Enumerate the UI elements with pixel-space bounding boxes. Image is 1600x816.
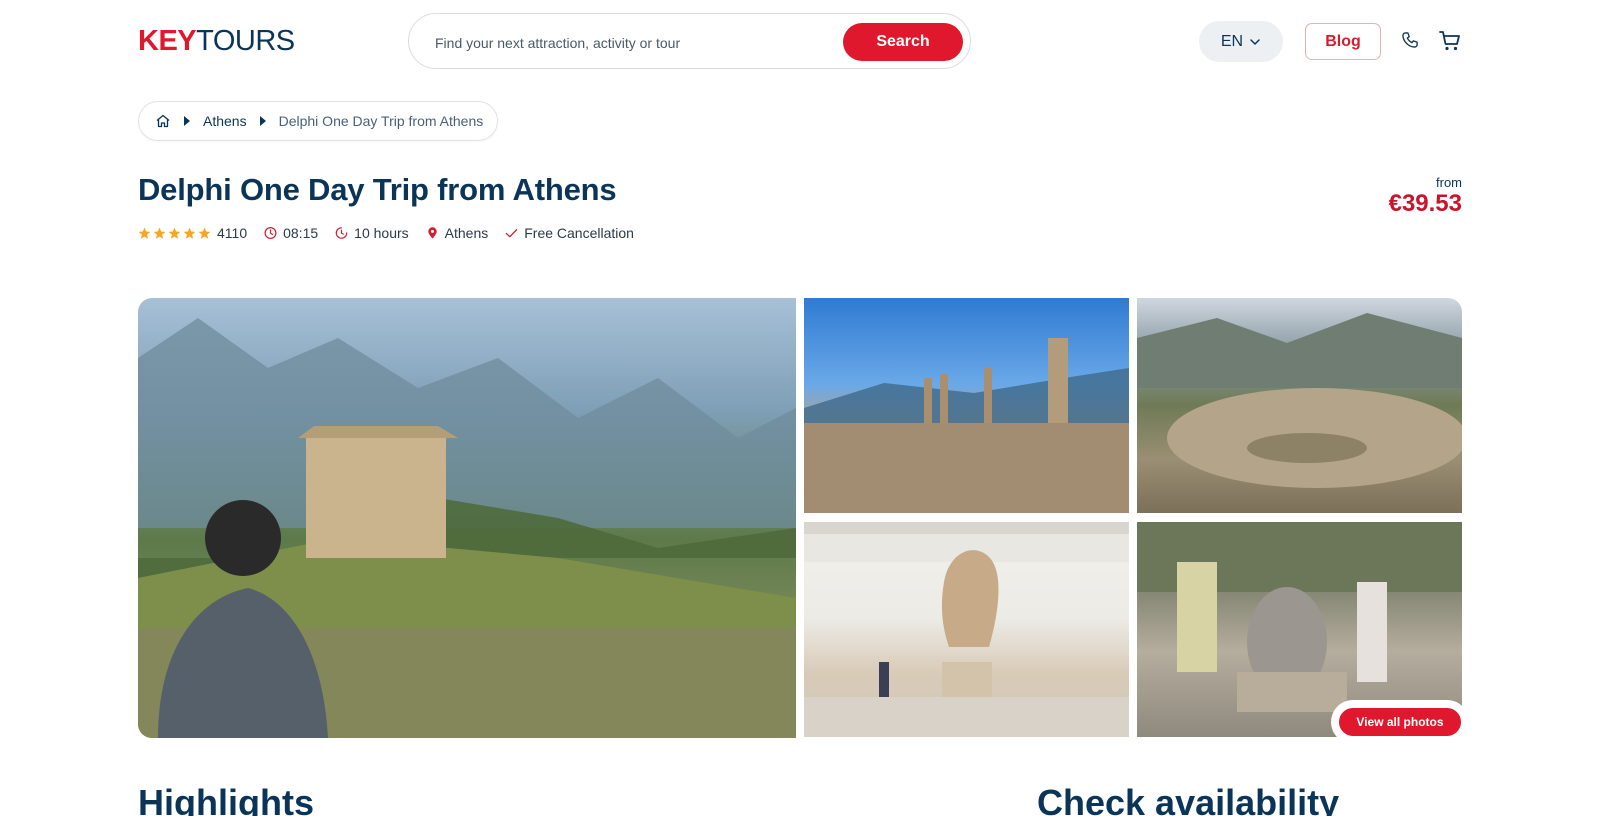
highlights-heading: Highlights <box>138 782 314 816</box>
omphalos-illustration <box>1137 522 1462 712</box>
gallery-photo-theatre[interactable] <box>1137 298 1462 513</box>
logo-tours-text: TOURS <box>196 25 295 57</box>
gallery-photo-main[interactable] <box>138 298 796 738</box>
gallery-photo-temple[interactable] <box>804 298 1129 513</box>
language-selector[interactable]: EN <box>1199 21 1283 62</box>
price-prefix: from <box>1436 175 1462 190</box>
museum-illustration <box>804 522 1129 737</box>
search-input[interactable] <box>435 32 825 54</box>
check-availability-heading: Check availability <box>1037 782 1340 816</box>
star-icon <box>153 227 166 239</box>
cancellation-text: Free Cancellation <box>524 225 634 241</box>
timer-icon <box>335 227 348 239</box>
star-icon <box>183 227 196 239</box>
breadcrumb-item-current: Delphi One Day Trip from Athens <box>278 113 484 129</box>
location: Athens <box>426 225 489 241</box>
map-pin-icon <box>427 227 437 239</box>
start-time-text: 08:15 <box>283 225 319 241</box>
photo-gallery <box>138 298 1462 738</box>
view-all-photos-button[interactable]: View all photos <box>1337 706 1463 738</box>
landscape-illustration <box>138 318 796 738</box>
star-rating <box>138 227 211 240</box>
star-icon <box>168 227 181 239</box>
caret-right-icon <box>259 116 266 126</box>
rating-count[interactable]: 4110 <box>217 225 247 241</box>
tour-meta: 4110 08:15 10 hours Athens Free Cancella… <box>138 224 651 242</box>
cart-icon[interactable] <box>1438 29 1462 53</box>
gallery-photo-sphinx[interactable] <box>804 522 1129 737</box>
theatre-illustration <box>1137 313 1462 488</box>
logo-key-text: KEY <box>138 25 197 57</box>
temple-illustration <box>804 338 1129 513</box>
chevron-down-icon <box>1250 38 1260 45</box>
duration-text: 10 hours <box>354 225 409 241</box>
location-text: Athens <box>444 225 489 241</box>
search-bar: Search <box>408 13 971 69</box>
price-value: €39.53 <box>1388 190 1462 217</box>
page-title: Delphi One Day Trip from Athens <box>138 172 617 207</box>
keytours-logo[interactable]: KEYTOURS <box>138 26 295 56</box>
search-button[interactable]: Search <box>843 23 963 61</box>
start-time: 08:15 <box>264 225 318 241</box>
rating-count-text: 4110 <box>217 225 248 241</box>
star-icon <box>138 227 151 239</box>
blog-button[interactable]: Blog <box>1305 23 1381 60</box>
gallery-photo-omphalos[interactable] <box>1137 522 1462 737</box>
phone-icon[interactable] <box>1400 30 1420 50</box>
breadcrumb-item-athens[interactable]: Athens <box>203 113 247 129</box>
breadcrumb: Athens Delphi One Day Trip from Athens <box>138 101 499 141</box>
star-icon <box>198 227 211 239</box>
language-label: EN <box>1220 32 1244 50</box>
duration: 10 hours <box>335 225 409 241</box>
clock-icon <box>264 227 277 239</box>
caret-right-icon <box>184 116 190 126</box>
check-icon <box>505 229 518 238</box>
home-icon[interactable] <box>155 113 171 129</box>
cancellation: Free Cancellation <box>505 225 634 241</box>
